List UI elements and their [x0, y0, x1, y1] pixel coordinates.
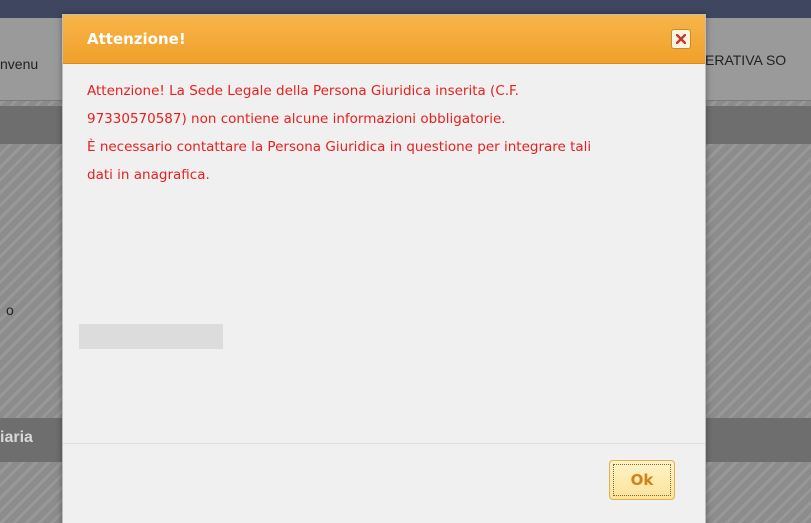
message-line: È necessario contattare la Persona Giuri… — [87, 139, 592, 155]
ok-button-label: Ok — [613, 464, 671, 496]
placeholder-block — [79, 324, 223, 349]
dialog-header: Attenzione! — [63, 15, 705, 64]
nav-left-text: nvenu — [0, 56, 39, 72]
message-line: dati in anagrafica. — [87, 167, 210, 183]
dialog-title: Attenzione! — [87, 30, 186, 48]
message-line: 97330570587) non contiene alcune informa… — [87, 111, 506, 127]
close-icon — [676, 34, 686, 44]
dialog-message: Attenzione! La Sede Legale della Persona… — [87, 77, 677, 189]
section-label: iaria — [0, 429, 33, 446]
message-line: Attenzione! La Sede Legale della Persona… — [87, 83, 519, 99]
alert-dialog: Attenzione! Attenzione! La Sede Legale d… — [62, 14, 706, 523]
footer-divider — [63, 443, 705, 444]
side-text: o — [6, 302, 14, 318]
ok-button[interactable]: Ok — [609, 460, 675, 500]
nav-right-text: ERATIVA SO — [705, 52, 787, 68]
close-button[interactable] — [671, 29, 691, 49]
